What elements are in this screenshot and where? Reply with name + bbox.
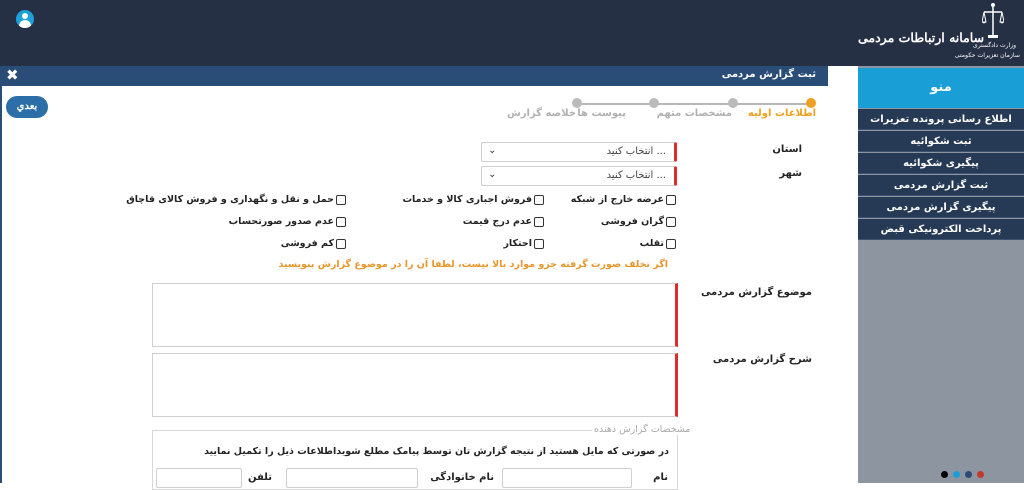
next-button[interactable]: بعدي: [6, 96, 48, 118]
subject-textarea[interactable]: [152, 283, 678, 347]
steps-line: [580, 103, 812, 105]
province-label: استان: [772, 144, 802, 155]
checkbox-forced-sale[interactable]: فروش اجباری کالا و خدمات: [403, 194, 544, 205]
checkbox-hoarding[interactable]: احتکار: [503, 238, 544, 249]
first-name-input[interactable]: [502, 468, 632, 488]
sidebar-item-case-info[interactable]: اطلاع رسانی پرونده تعزیرات: [858, 109, 1024, 130]
checkbox-no-invoice[interactable]: عدم صدور صورتحساب: [229, 216, 346, 227]
checkbox-box[interactable]: [534, 238, 544, 249]
panel-left-border: [0, 86, 2, 483]
scales-icon: [982, 3, 1004, 38]
checkbox-box[interactable]: [336, 216, 346, 227]
checkbox-box[interactable]: [666, 238, 676, 249]
violation-warning: اگر تخلف صورت گرفته جزو موارد بالا نیست،…: [278, 259, 668, 270]
subject-label: موضوع گزارش مردمی: [700, 287, 812, 298]
chevron-down-icon: ⌄: [488, 169, 497, 180]
city-select[interactable]: انتخاب کنید ... ⌄: [481, 166, 677, 186]
close-icon[interactable]: ✖: [6, 66, 19, 84]
theme-dot-black[interactable]: [941, 471, 948, 478]
first-name-label: نام: [653, 472, 668, 483]
chevron-down-icon: ⌄: [488, 145, 497, 156]
city-select-value: انتخاب کنید ...: [606, 170, 666, 181]
sidebar-item-register-complaint[interactable]: ثبت شکوائیه: [858, 131, 1024, 152]
step-label-1[interactable]: اطلاعات اولیه: [748, 108, 816, 119]
panel-header: ✖ ثبت گزارش مردمی: [0, 66, 828, 86]
checkbox-no-price-tag[interactable]: عدم درج قیمت: [463, 216, 544, 227]
description-label: شرح گزارش مردمی: [712, 354, 812, 365]
sidebar-item-e-payment[interactable]: پرداخت الکترونیکی قبض: [858, 219, 1024, 240]
step-dot-2: [728, 98, 738, 108]
city-label: شهر: [779, 168, 802, 179]
sidebar-item-register-report[interactable]: ثبت گزارش مردمی: [858, 175, 1024, 196]
user-avatar-icon[interactable]: [16, 10, 34, 28]
reporter-legend: مشخصات گزارش دهنده: [592, 424, 693, 435]
phone-input[interactable]: [156, 468, 242, 488]
theme-dot-red[interactable]: [977, 471, 984, 478]
top-bar: سامانه ارتباطات مردمی وزارت دادگستری ساز…: [0, 0, 1024, 66]
ministry-logo: وزارت دادگستری سازمان تعزیرات حکومتی: [955, 2, 1022, 64]
logo-line-1: وزارت دادگستری: [973, 42, 1016, 49]
phone-label: تلفن: [247, 472, 272, 483]
step-label-3[interactable]: پیوست ها: [577, 108, 626, 119]
last-name-label: نام خانوادگی: [430, 472, 494, 483]
step-dot-3: [649, 98, 659, 108]
reporter-note: در صورتی که مایل هستید از نتیجه گزارش تا…: [204, 446, 669, 457]
description-textarea[interactable]: [152, 353, 678, 417]
checkbox-box[interactable]: [336, 238, 346, 249]
checkbox-overpricing[interactable]: گران فروشی: [601, 216, 676, 227]
logo-line-2: سازمان تعزیرات حکومتی: [954, 52, 1020, 59]
province-select-value: انتخاب کنید ...: [606, 146, 666, 157]
sidebar-item-track-report[interactable]: پیگیری گزارش مردمی: [858, 197, 1024, 218]
checkbox-box[interactable]: [666, 216, 676, 227]
checkbox-fraud[interactable]: تقلب: [640, 238, 676, 249]
last-name-input[interactable]: [286, 468, 418, 488]
checkbox-smuggled-goods[interactable]: حمل و نقل و نگهداری و فروش کالای قاچاق: [126, 194, 346, 205]
theme-dot-navy[interactable]: [965, 471, 972, 478]
brand-title: سامانه ارتباطات مردمی: [858, 30, 985, 45]
step-label-4[interactable]: خلاصه گزارش: [507, 108, 576, 119]
sidebar-title: منو: [858, 68, 1024, 108]
checkbox-box[interactable]: [534, 194, 544, 205]
checkbox-box[interactable]: [534, 216, 544, 227]
sidebar-item-track-complaint[interactable]: پیگیری شکوائیه: [858, 153, 1024, 174]
checkbox-box[interactable]: [336, 194, 346, 205]
province-select[interactable]: انتخاب کنید ... ⌄: [481, 142, 677, 162]
checkbox-off-network[interactable]: عرضه خارج از شبکه: [571, 194, 676, 205]
theme-dot-light-blue[interactable]: [953, 471, 960, 478]
panel-title: ثبت گزارش مردمی: [721, 69, 816, 80]
checkbox-box[interactable]: [666, 194, 676, 205]
step-dot-4: [572, 98, 582, 108]
step-label-2[interactable]: مشخصات متهم: [657, 108, 732, 119]
step-dot-1: [806, 98, 816, 108]
checkbox-short-selling[interactable]: کم فروشی: [281, 238, 346, 249]
